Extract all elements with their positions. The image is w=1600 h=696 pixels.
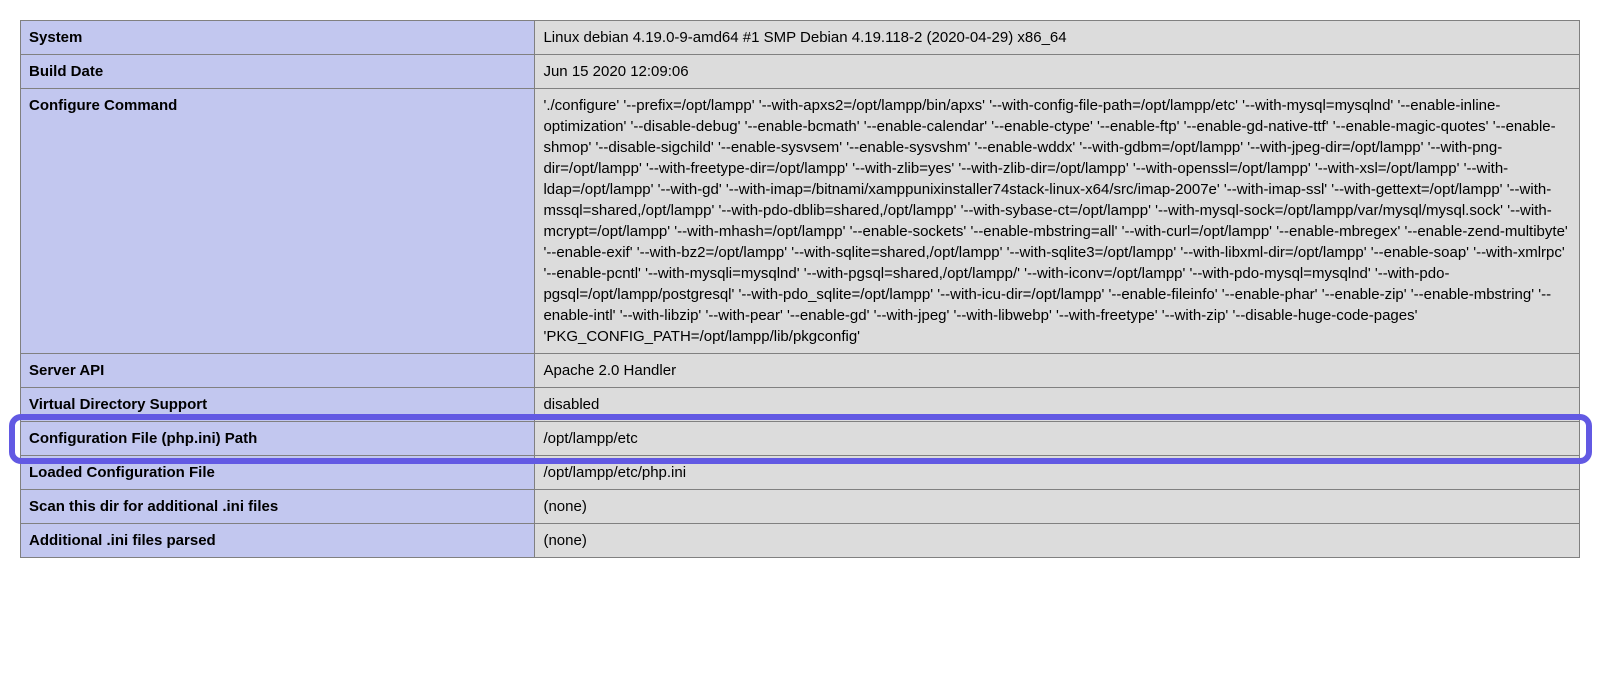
info-value: Linux debian 4.19.0-9-amd64 #1 SMP Debia… (535, 21, 1580, 55)
info-key: Additional .ini files parsed (21, 524, 535, 558)
info-value: './configure' '--prefix=/opt/lampp' '--w… (535, 89, 1580, 354)
info-key: System (21, 21, 535, 55)
info-key: Configure Command (21, 89, 535, 354)
info-key: Server API (21, 354, 535, 388)
info-value: Apache 2.0 Handler (535, 354, 1580, 388)
info-key: Scan this dir for additional .ini files (21, 490, 535, 524)
info-key: Virtual Directory Support (21, 388, 535, 422)
info-value: (none) (535, 524, 1580, 558)
info-key: Loaded Configuration File (21, 456, 535, 490)
row-additional-ini: Additional .ini files parsed(none) (21, 524, 1580, 558)
info-value: /opt/lampp/etc (535, 422, 1580, 456)
row-config-file-path: Configuration File (php.ini) Path/opt/la… (21, 422, 1580, 456)
row-system: SystemLinux debian 4.19.0-9-amd64 #1 SMP… (21, 21, 1580, 55)
row-loaded-config-file: Loaded Configuration File/opt/lampp/etc/… (21, 456, 1580, 490)
row-scan-dir: Scan this dir for additional .ini files(… (21, 490, 1580, 524)
row-server-api: Server APIApache 2.0 Handler (21, 354, 1580, 388)
phpinfo-table: SystemLinux debian 4.19.0-9-amd64 #1 SMP… (20, 20, 1580, 558)
info-key: Configuration File (php.ini) Path (21, 422, 535, 456)
row-build-date: Build DateJun 15 2020 12:09:06 (21, 55, 1580, 89)
row-configure-command: Configure Command'./configure' '--prefix… (21, 89, 1580, 354)
info-value: (none) (535, 490, 1580, 524)
row-virtual-directory-support: Virtual Directory Supportdisabled (21, 388, 1580, 422)
info-key: Build Date (21, 55, 535, 89)
phpinfo-container: SystemLinux debian 4.19.0-9-amd64 #1 SMP… (20, 20, 1580, 558)
info-value: disabled (535, 388, 1580, 422)
info-value: /opt/lampp/etc/php.ini (535, 456, 1580, 490)
info-value: Jun 15 2020 12:09:06 (535, 55, 1580, 89)
